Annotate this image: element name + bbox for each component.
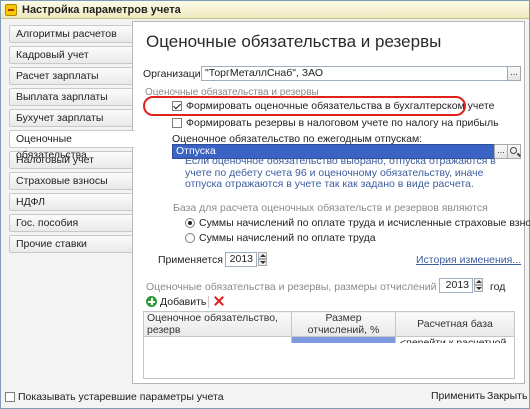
- nav-item-payroll-calc[interactable]: Расчет зарплаты: [9, 67, 133, 85]
- rates-caption: Оценочные обязательства и резервы, разме…: [146, 281, 454, 293]
- rates-year-stepper[interactable]: [474, 278, 483, 293]
- nav-item-benefits[interactable]: Гос. пособия: [9, 214, 133, 232]
- applied-from-label: Применяется с:: [158, 254, 234, 266]
- settings-panel: Оценочные обязательства и резервы Органи…: [132, 21, 530, 384]
- tax-reserves-checkbox[interactable]: [172, 118, 182, 128]
- history-link[interactable]: История изменения...: [416, 254, 521, 266]
- window-title: Настройка параметров учета: [22, 3, 181, 16]
- nav-item-algorithms[interactable]: Алгоритмы расчетов: [9, 25, 133, 43]
- base-option-payroll-only[interactable]: [185, 233, 195, 243]
- settings-window: Настройка параметров учета Алгоритмы рас…: [0, 0, 530, 409]
- nav-item-payroll-accounting[interactable]: Бухучет зарплаты: [9, 109, 133, 127]
- nav-item-ndfl[interactable]: НДФЛ: [9, 193, 133, 211]
- add-reserve-button[interactable]: Добавить: [146, 294, 206, 309]
- column-header-base[interactable]: Расчетная база: [395, 311, 515, 337]
- accounting-liabilities-checkbox[interactable]: [172, 101, 182, 111]
- column-header-rate[interactable]: Размер отчислений, %: [291, 311, 396, 337]
- base-option-payroll-and-insurance-label: Суммы начислений по оплате труда и исчис…: [199, 217, 530, 229]
- sidebar-nav: Алгоритмы расчетов Кадровый учет Расчет …: [5, 21, 135, 257]
- delete-icon[interactable]: [214, 296, 224, 306]
- toolbar-separator: [208, 296, 209, 308]
- nav-item-estimated-liabilities[interactable]: Оценочные обязательства: [9, 130, 135, 161]
- app-icon: [5, 3, 17, 16]
- tax-reserves-label: Формировать резервы в налоговом учете по…: [186, 117, 499, 129]
- nav-item-hr[interactable]: Кадровый учет: [9, 46, 133, 64]
- title-bar: Настройка параметров учета: [1, 1, 529, 19]
- accounting-liabilities-label: Формировать оценочные обязательства в бу…: [186, 100, 495, 112]
- chevron-up-icon[interactable]: [258, 252, 267, 259]
- show-obsolete-checkbox[interactable]: [5, 392, 15, 402]
- chevron-up-icon[interactable]: [474, 278, 483, 285]
- close-button[interactable]: Закрыть: [487, 390, 527, 405]
- rates-year-field[interactable]: 2013: [439, 278, 473, 293]
- apply-button[interactable]: Применить: [431, 390, 485, 405]
- page-title: Оценочные обязательства и резервы: [146, 32, 442, 51]
- table-empty-area: [143, 343, 515, 379]
- nav-item-other-rates[interactable]: Прочие ставки: [9, 235, 133, 253]
- add-reserve-label: Добавить: [160, 295, 207, 308]
- chevron-down-icon[interactable]: [474, 285, 483, 292]
- organization-select-button[interactable]: ...: [507, 66, 521, 81]
- applied-from-year-stepper[interactable]: [258, 252, 267, 267]
- vacation-reserve-info: Если оценочное обязательство выбрано, от…: [185, 155, 496, 190]
- organization-label: Организация:: [143, 68, 210, 80]
- base-option-payroll-only-label: Суммы начислений по оплате труда: [199, 232, 376, 244]
- rates-year-unit: год: [490, 281, 506, 293]
- show-obsolete-label: Показывать устаревшие параметры учета: [18, 391, 224, 403]
- chevron-down-icon[interactable]: [258, 259, 267, 266]
- nav-item-insurance[interactable]: Страховые взносы: [9, 172, 133, 190]
- base-option-payroll-and-insurance[interactable]: [185, 218, 195, 228]
- add-icon: [146, 296, 157, 307]
- applied-from-year-field[interactable]: 2013: [225, 252, 257, 267]
- column-header-reserve[interactable]: Оценочное обязательство, резерв: [143, 311, 292, 337]
- nav-item-payroll-payment[interactable]: Выплата зарплаты: [9, 88, 133, 106]
- base-group-caption: База для расчета оценочных обязательств …: [173, 202, 488, 214]
- organization-field[interactable]: "ТоргМеталлСнаб", ЗАО: [201, 66, 509, 81]
- search-icon: [510, 147, 517, 154]
